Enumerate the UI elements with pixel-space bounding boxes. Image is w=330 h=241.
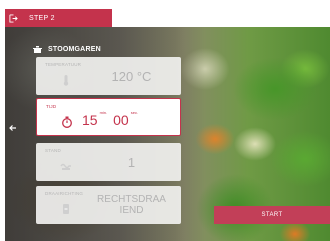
steam-pot-icon [33, 46, 42, 53]
rotation-value: RECHTSDRAA IEND [86, 186, 177, 224]
level-icon [60, 163, 71, 170]
program-title-row: STOOMGAREN [33, 46, 101, 53]
program-title: STOOMGAREN [48, 46, 101, 53]
start-button[interactable]: START [214, 206, 330, 224]
level-label: STAND [45, 148, 61, 153]
rotation-value-line2: IEND [119, 205, 144, 216]
level-value: 1 [127, 154, 136, 170]
app-frame: STEP 2 STOOMGAREN TEMPERATUUR 120 °C TIJ… [5, 9, 330, 241]
time-minutes-unit: min. [99, 110, 108, 115]
temperature-label: TEMPERATUUR [45, 62, 82, 67]
temperature-card[interactable]: TEMPERATUUR 120 °C [36, 57, 181, 95]
rotation-icon [63, 204, 69, 214]
time-value: 15 min. 00 sec. [82, 107, 144, 132]
back-arrow-icon [8, 125, 16, 131]
step-label: STEP 2 [29, 14, 55, 22]
time-seconds[interactable]: 00 [113, 112, 129, 128]
time-seconds-unit: sec. [130, 110, 139, 115]
temperature-value: 120 °C [111, 68, 152, 84]
back-button[interactable] [5, 119, 20, 137]
time-card[interactable]: TIJD 15 min. 00 sec. [36, 98, 181, 136]
rotation-value-line1: RECHTSDRAA [97, 194, 166, 205]
rotation-label: DRAAIRICHTING [45, 191, 84, 196]
time-minutes[interactable]: 15 [82, 112, 98, 128]
level-card[interactable]: STAND 1 [36, 143, 181, 181]
thermometer-icon [63, 75, 69, 86]
time-label: TIJD [46, 104, 57, 109]
step-header: STEP 2 [5, 9, 112, 27]
rotation-card[interactable]: DRAAIRICHTING RECHTSDRAA IEND [36, 186, 181, 224]
header-blank-area [112, 9, 330, 27]
exit-icon[interactable] [9, 13, 19, 23]
timer-icon [62, 116, 72, 128]
